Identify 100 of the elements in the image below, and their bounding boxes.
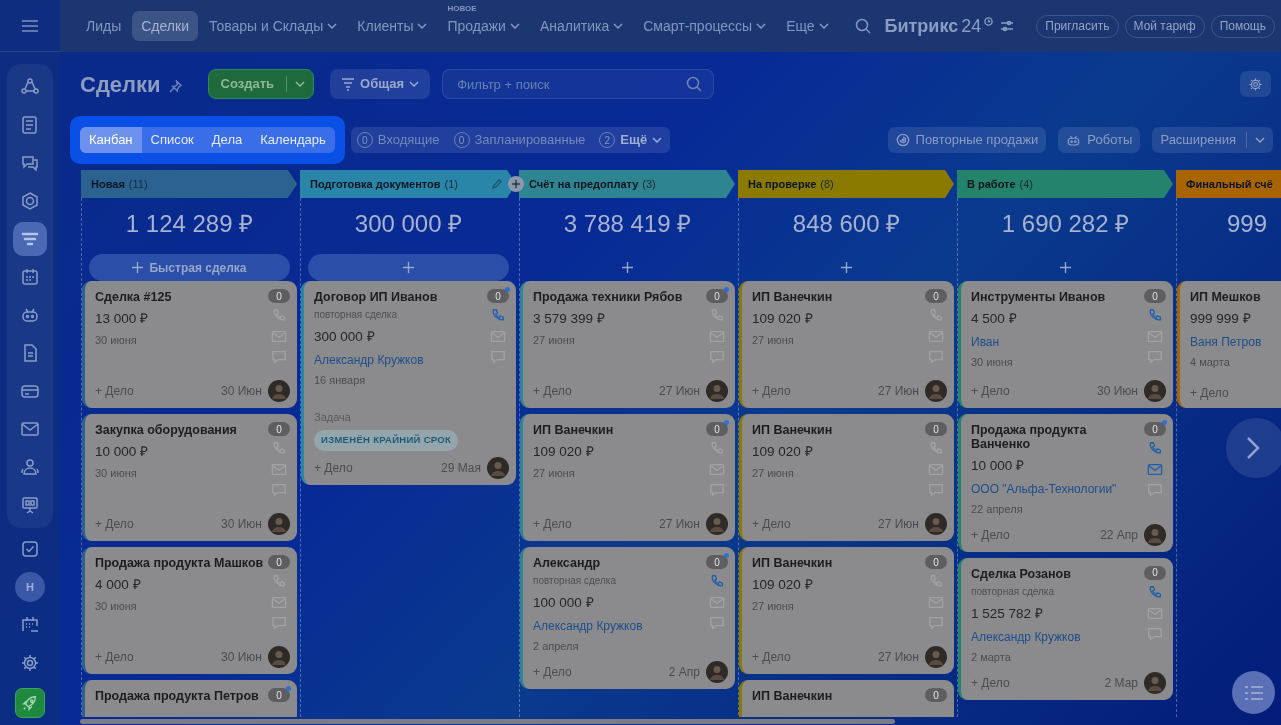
contact-link[interactable]: Иван: [971, 333, 1140, 352]
robots-button[interactable]: Роботы: [1058, 127, 1141, 153]
nav-tab[interactable]: Лиды: [77, 11, 131, 41]
contact-link[interactable]: Александр Кружков: [314, 351, 483, 370]
comment-icon[interactable]: [709, 349, 725, 364]
comment-icon[interactable]: [709, 482, 725, 497]
deal-card[interactable]: Продажа продукта Ванченко 10 000 ₽ ООО "Альфа-Технологии" 22 апреля 0 + Дело 22 Апр: [958, 414, 1173, 552]
comment-icon[interactable]: [490, 349, 506, 364]
comment-icon[interactable]: [928, 615, 944, 630]
stage-header[interactable]: Финальный счё: [1176, 170, 1281, 198]
deal-title[interactable]: Продажа продукта Ванченко: [971, 423, 1140, 451]
quick-add-button[interactable]: [308, 254, 509, 281]
counter-filter[interactable]: 0 Входящие: [356, 130, 440, 150]
mail-icon[interactable]: [1147, 329, 1163, 344]
add-activity-link[interactable]: + Дело: [752, 382, 791, 400]
deal-card[interactable]: ИП Ванечкин 109 020 ₽ 27 июня 0 + Дело 27 Июн: [520, 414, 735, 541]
add-activity-link[interactable]: + Дело: [971, 525, 1010, 544]
comment-icon[interactable]: [271, 482, 287, 497]
add-activity-link[interactable]: + Дело: [971, 673, 1010, 692]
counter-filter[interactable]: 2 Ещё: [599, 130, 663, 150]
add-activity-link[interactable]: + Дело: [752, 515, 791, 533]
deal-title[interactable]: ИП Мешков: [1190, 290, 1281, 304]
nav-tab[interactable]: Смарт-процессы: [634, 11, 776, 41]
sidebar-item[interactable]: [13, 222, 47, 256]
mail-icon[interactable]: [271, 329, 287, 344]
nav-tab[interactable]: Аналитика: [530, 11, 633, 41]
deal-card[interactable]: ИП Ванечкин 109 020 ₽ 27 июня 0 + Дело 27 Июн: [739, 281, 954, 408]
deal-card[interactable]: Продажа продукта Машков 4 000 ₽ 30 июня 0 + Дело 30 Июн: [82, 547, 297, 674]
category-dropdown[interactable]: Общая: [330, 69, 431, 99]
search-icon[interactable]: [686, 76, 703, 92]
stage-header[interactable]: В работе (4): [957, 170, 1173, 198]
nav-tab[interactable]: Товары и Склады: [199, 11, 347, 41]
view-tab[interactable]: Календарь: [251, 127, 335, 153]
comment-icon[interactable]: [1147, 349, 1163, 364]
contact-link[interactable]: Александр Кружков: [533, 617, 702, 636]
deal-card[interactable]: Инструменты Иванов 4 500 ₽ Иван 30 июня 0 + Дело 30 Июн: [958, 281, 1173, 408]
deal-card[interactable]: Александр повторная сделка 100 000 ₽ Александр Кружков 2 апреля 0 + Дело 2 Апр: [520, 547, 735, 689]
pencil-icon[interactable]: [491, 178, 502, 190]
deal-card[interactable]: Сделка #125 13 000 ₽ 30 июня 0 + Дело 30 Июн: [82, 281, 297, 408]
horizontal-scrollbar[interactable]: [80, 719, 895, 724]
mail-icon[interactable]: [1147, 605, 1163, 621]
stage-header[interactable]: Новая (11): [81, 170, 297, 198]
stage-header[interactable]: На проверке (8): [738, 170, 954, 198]
mail-icon[interactable]: [928, 329, 944, 344]
add-activity-link[interactable]: + Дело: [533, 515, 572, 533]
deal-title[interactable]: Продажа продукта Машков: [95, 556, 264, 570]
contact-link[interactable]: ООО "Альфа-Технологии": [971, 480, 1140, 499]
add-activity-link[interactable]: + Дело: [95, 382, 134, 400]
mail-icon[interactable]: [1147, 462, 1163, 477]
comment-icon[interactable]: [271, 349, 287, 364]
nav-tab[interactable]: Клиенты: [348, 11, 437, 41]
repeat-sales-button[interactable]: Повторные продажи: [887, 127, 1047, 153]
deal-card[interactable]: ИП Ванечкин 109 020 ₽ 27 июня 0 + Дело 27 Июн: [739, 414, 954, 541]
deal-title[interactable]: Сделка #125: [95, 290, 264, 304]
launch-button[interactable]: [15, 688, 45, 718]
deal-title[interactable]: Продажа продукта Петров: [95, 689, 264, 703]
deal-title[interactable]: Инструменты Иванов: [971, 290, 1140, 304]
deal-title[interactable]: Продажа техники Рябов: [533, 290, 702, 304]
mail-icon[interactable]: [490, 329, 506, 344]
deal-title[interactable]: ИП Ванечкин: [752, 290, 921, 304]
deal-card[interactable]: Продажа продукта Петров 0: [82, 680, 297, 717]
deal-title[interactable]: Александр: [533, 556, 702, 570]
comment-icon[interactable]: [1147, 625, 1163, 641]
add-activity-link[interactable]: + Дело: [533, 382, 572, 400]
deal-title[interactable]: ИП Ванечкин: [533, 423, 702, 437]
deal-card[interactable]: Сделка Розанов повторная сделка 1 525 782 ₽ Александр Кружков 2 марта 0 + Дело 2 Мар: [958, 557, 1173, 700]
contact-link[interactable]: Александр Кружков: [971, 628, 1140, 646]
view-tab[interactable]: Дела: [202, 127, 252, 153]
settings-button[interactable]: [1240, 71, 1271, 97]
user-avatar[interactable]: Н: [15, 572, 45, 602]
nav-tab[interactable]: Продажи: [438, 11, 529, 41]
comment-icon[interactable]: [1147, 482, 1163, 497]
deal-title[interactable]: Договор ИП Иванов: [314, 290, 483, 304]
mail-icon[interactable]: [271, 595, 287, 610]
comment-icon[interactable]: [928, 482, 944, 497]
menu-icon[interactable]: [22, 19, 38, 32]
add-activity-link[interactable]: + Дело: [752, 648, 791, 666]
deal-title[interactable]: ИП Ванечкин: [752, 689, 921, 703]
deal-card[interactable]: ИП Ванечкин 0: [739, 680, 954, 717]
deal-title[interactable]: ИП Ванечкин: [752, 423, 921, 437]
deal-card[interactable]: Продажа техники Рябов 3 579 399 ₽ 27 июня 0 + Дело 27 Июн: [520, 281, 735, 408]
nav-tab[interactable]: Сделки: [132, 11, 198, 41]
extensions-dropdown[interactable]: Расширения: [1152, 127, 1273, 153]
deal-card[interactable]: ИП Мешков 999 999 ₽ Ваня Петров 4 марта + Дело: [1177, 281, 1281, 408]
add-activity-link[interactable]: + Дело: [95, 515, 134, 533]
quick-add-button[interactable]: Быстрая сделка: [89, 254, 290, 281]
deal-card[interactable]: Закупка оборудования 10 000 ₽ 30 июня 0 + Дело 30 Июн: [82, 414, 297, 541]
next-arrow-button[interactable]: [1226, 418, 1281, 478]
view-tab[interactable]: Канбан: [80, 127, 142, 153]
mail-icon[interactable]: [709, 595, 725, 610]
comment-icon[interactable]: [928, 349, 944, 364]
search-icon[interactable]: [854, 18, 871, 34]
mail-icon[interactable]: [709, 329, 725, 344]
activity-list-button[interactable]: [1232, 671, 1275, 714]
add-activity-link[interactable]: + Дело: [314, 458, 353, 477]
deal-title[interactable]: ИП Ванечкин: [752, 556, 921, 570]
add-activity-link[interactable]: + Дело: [971, 382, 1010, 400]
nav-tab[interactable]: Еще: [777, 11, 838, 41]
comment-icon[interactable]: [709, 615, 725, 630]
create-split-button[interactable]: Создать: [207, 69, 315, 99]
